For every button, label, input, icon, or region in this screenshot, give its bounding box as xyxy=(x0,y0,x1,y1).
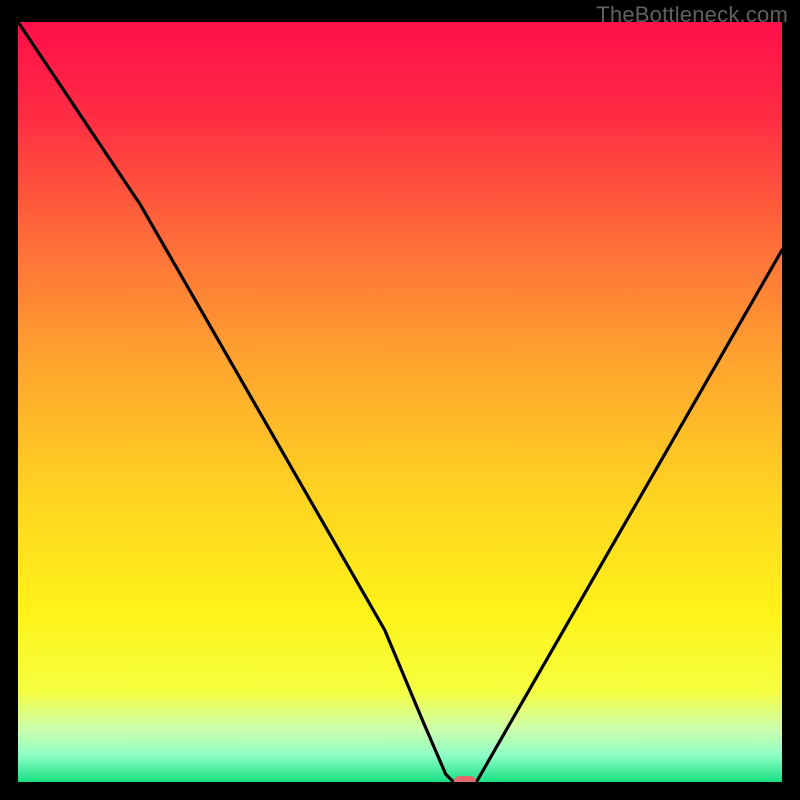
optimum-marker xyxy=(454,776,476,782)
chart-frame: TheBottleneck.com xyxy=(0,0,800,800)
bottleneck-plot xyxy=(18,22,782,782)
